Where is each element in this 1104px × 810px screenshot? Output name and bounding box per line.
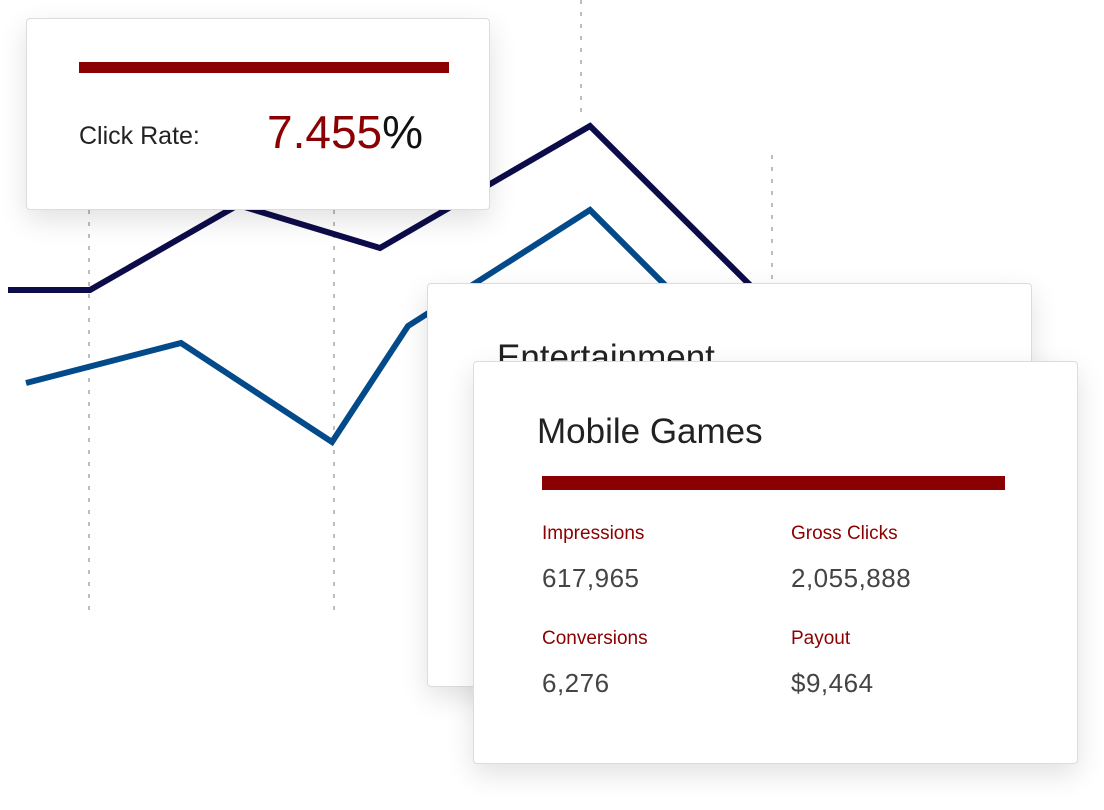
stat-label: Gross Clicks [791, 523, 898, 544]
accent-bar [79, 62, 449, 73]
click-rate-label: Click Rate: [79, 122, 200, 150]
stat-value: 6,276 [542, 668, 610, 698]
stat-payout: Payout $9,464 [791, 628, 874, 699]
stat-label: Payout [791, 628, 851, 649]
stat-value: $9,464 [791, 668, 874, 698]
stat-gross-clicks: Gross Clicks 2,055,888 [791, 523, 911, 594]
accent-bar [542, 476, 1005, 490]
stat-value: 2,055,888 [791, 563, 912, 593]
click-rate-card: Click Rate: 7.455% [26, 18, 490, 210]
stat-impressions: Impressions 617,965 [542, 523, 644, 594]
click-rate-value: 7.455 [267, 106, 383, 158]
click-rate-value-group: 7.455% [267, 107, 423, 158]
stat-label: Conversions [542, 628, 648, 649]
mobile-games-title: Mobile Games [537, 412, 763, 451]
stat-conversions: Conversions 6,276 [542, 628, 648, 699]
stat-label: Impressions [542, 523, 645, 544]
click-rate-unit: % [382, 106, 424, 158]
stat-value: 617,965 [542, 563, 640, 593]
mobile-games-card[interactable]: Mobile Games Impressions 617,965 Gross C… [473, 361, 1078, 764]
